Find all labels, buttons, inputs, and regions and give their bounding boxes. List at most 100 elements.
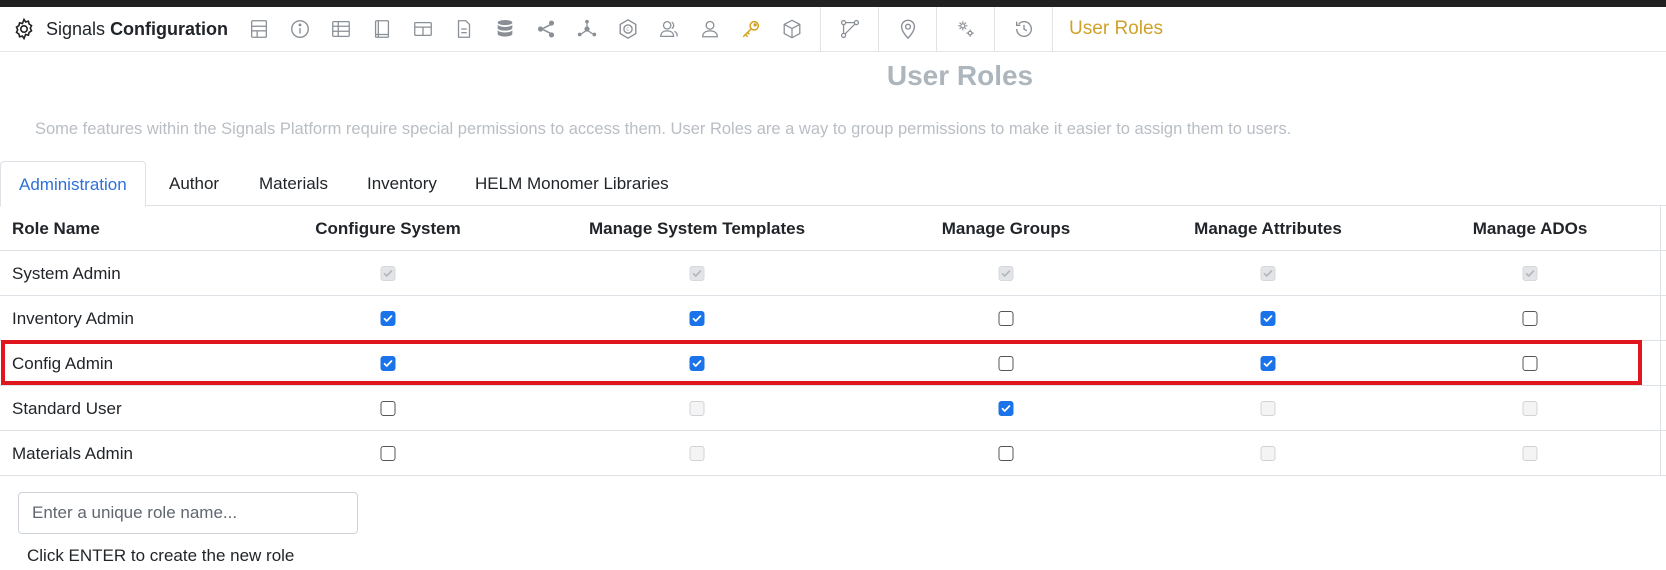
- permission-cell-configure-system: [380, 386, 396, 431]
- toolbar-separator: [820, 6, 822, 52]
- toolbar-separator: [1052, 6, 1054, 52]
- chemistry-badge-icon[interactable]: C: [607, 7, 648, 52]
- permission-checkbox[interactable]: [998, 356, 1014, 371]
- permission-cell-manage-system-templates: [689, 386, 705, 431]
- workflow-icon[interactable]: [829, 7, 870, 52]
- network-icon[interactable]: [566, 7, 607, 52]
- permission-cell-manage-system-templates: [689, 431, 705, 476]
- column-header-manage-system-templates: Manage System Templates: [588, 218, 806, 238]
- table-row: Config Admin: [0, 341, 1666, 386]
- svg-text:C: C: [626, 27, 629, 33]
- permission-cell-manage-ados: [1522, 341, 1538, 386]
- grid-table-icon[interactable]: [402, 7, 443, 52]
- new-role-name-input[interactable]: [18, 492, 358, 534]
- tab-administration[interactable]: Administration: [0, 161, 146, 207]
- column-header-manage-attributes: Manage Attributes: [1194, 218, 1342, 238]
- breadcrumb-current: User Roles: [1069, 18, 1164, 39]
- permission-cell-manage-attributes: [1260, 431, 1276, 476]
- permission-checkbox[interactable]: [380, 401, 396, 416]
- toolbar-separator: [878, 6, 880, 52]
- permission-cell-manage-attributes: [1260, 386, 1276, 431]
- permission-cell-configure-system: [380, 296, 396, 341]
- permission-cell-manage-groups: [998, 296, 1014, 341]
- notebook-icon[interactable]: [361, 7, 402, 52]
- permission-cell-manage-ados: [1522, 251, 1538, 296]
- table-icon[interactable]: [320, 7, 361, 52]
- permission-cell-manage-ados: [1522, 296, 1538, 341]
- permission-checkbox: [380, 266, 396, 281]
- permission-checkbox: [1260, 401, 1276, 416]
- database-icon[interactable]: [484, 7, 525, 52]
- permission-checkbox[interactable]: [1260, 311, 1276, 326]
- permission-cell-manage-attributes: [1260, 341, 1276, 386]
- table-header-row: Role Name Configure System Manage System…: [0, 206, 1666, 251]
- page-description: Some features within the Signals Platfor…: [35, 120, 1292, 138]
- document-icon[interactable]: [443, 7, 484, 52]
- permission-cell-manage-ados: [1522, 386, 1538, 431]
- role-name-cell: System Admin: [12, 263, 121, 283]
- permission-checkbox[interactable]: [1522, 356, 1538, 371]
- table-row: Standard User: [0, 386, 1666, 431]
- table-row: System Admin: [0, 251, 1666, 296]
- toolbar-separator: [994, 6, 996, 52]
- app-title-bold: Configuration: [110, 18, 229, 39]
- permission-cell-manage-attributes: [1260, 251, 1276, 296]
- new-role-hint: Click ENTER to create the new role: [27, 546, 295, 565]
- layout-icon[interactable]: [238, 7, 279, 52]
- column-header-role-name: Role Name: [12, 218, 100, 238]
- permission-cell-configure-system: [380, 431, 396, 476]
- app-title-light: Signals: [46, 18, 106, 39]
- permission-cell-manage-groups: [998, 386, 1014, 431]
- roles-table: Role Name Configure System Manage System…: [0, 206, 1666, 476]
- info-icon[interactable]: [279, 7, 320, 52]
- tab-author[interactable]: Author: [151, 161, 237, 206]
- settings-gears-icon[interactable]: [945, 7, 986, 52]
- role-name-cell: Standard User: [12, 398, 122, 418]
- permission-checkbox: [1522, 446, 1538, 461]
- table-right-border: [1660, 206, 1661, 476]
- location-pin-icon[interactable]: [887, 7, 928, 52]
- permission-checkbox[interactable]: [1522, 311, 1538, 326]
- history-icon[interactable]: [1003, 7, 1044, 52]
- permission-cell-manage-groups: [998, 251, 1014, 296]
- permission-checkbox[interactable]: [380, 446, 396, 461]
- permission-checkbox[interactable]: [998, 446, 1014, 461]
- key-icon[interactable]: [730, 7, 771, 52]
- tab-materials[interactable]: Materials: [241, 161, 346, 206]
- tab-helm-monomer-libraries[interactable]: HELM Monomer Libraries: [457, 161, 687, 206]
- permission-checkbox[interactable]: [380, 311, 396, 326]
- toolbar-separator: [936, 6, 938, 52]
- permission-checkbox[interactable]: [689, 356, 705, 371]
- permission-checkbox: [1522, 266, 1538, 281]
- permission-checkbox[interactable]: [998, 311, 1014, 326]
- role-name-cell: Config Admin: [12, 353, 114, 373]
- permission-cell-manage-system-templates: [689, 251, 705, 296]
- permission-checkbox[interactable]: [380, 356, 396, 371]
- top-navbar: Signals Configuration C User Roles: [0, 6, 1666, 52]
- role-name-cell: Materials Admin: [12, 443, 133, 463]
- share-icon[interactable]: [525, 7, 566, 52]
- user-icon[interactable]: [689, 7, 730, 52]
- gear-icon: [10, 15, 38, 43]
- permission-checkbox: [1260, 446, 1276, 461]
- nav-icon-bar: C: [238, 6, 1061, 52]
- column-header-configure-system: Configure System: [315, 218, 461, 238]
- column-header-manage-ados: Manage ADOs: [1472, 218, 1588, 238]
- permission-checkbox[interactable]: [998, 401, 1014, 416]
- users-icon[interactable]: [648, 7, 689, 52]
- permission-tabs: Administration Author Materials Inventor…: [0, 161, 1666, 207]
- permission-checkbox[interactable]: [1260, 356, 1276, 371]
- permission-checkbox: [689, 266, 705, 281]
- permission-cell-configure-system: [380, 341, 396, 386]
- tab-inventory[interactable]: Inventory: [349, 161, 455, 206]
- permission-cell-manage-system-templates: [689, 341, 705, 386]
- cube-icon[interactable]: [771, 7, 812, 52]
- permission-checkbox: [998, 266, 1014, 281]
- permission-cell-manage-ados: [1522, 431, 1538, 476]
- permission-cell-manage-system-templates: [689, 296, 705, 341]
- brand[interactable]: Signals Configuration: [0, 7, 228, 52]
- permission-checkbox[interactable]: [689, 311, 705, 326]
- column-header-manage-groups: Manage Groups: [941, 218, 1071, 238]
- table-row: Materials Admin: [0, 431, 1666, 476]
- table-row: Inventory Admin: [0, 296, 1666, 341]
